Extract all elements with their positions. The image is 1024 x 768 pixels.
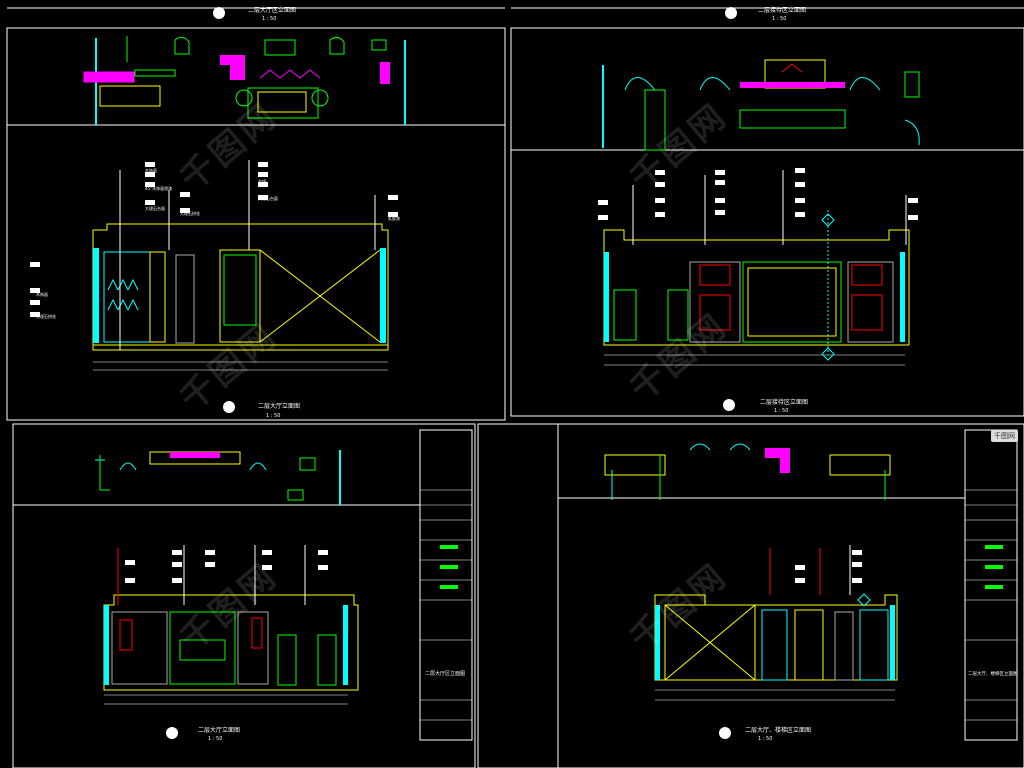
elevation-bottom-right: 二层大厅、楼梯区立面图 1 : 50 bbox=[654, 545, 898, 742]
ss3: 1 : 50 bbox=[758, 736, 772, 742]
tb2: 二层大厅区立面图 bbox=[425, 670, 465, 677]
plan-bottom-right bbox=[604, 443, 891, 500]
cl0: 木饰面 bbox=[145, 167, 157, 173]
t_pt2: 二层接待区立面图 bbox=[758, 6, 806, 14]
tb3: 二层大厅、楼梯区立面图 bbox=[968, 670, 1018, 677]
cm2: 大理石拼花 bbox=[180, 210, 200, 216]
cl3: 木饰面 bbox=[36, 291, 48, 297]
elevation-bottom-left: 二层大厅立面图 1 : 50 bbox=[103, 545, 359, 742]
st1: 二层接待区立面图 bbox=[760, 398, 808, 406]
plan-bottom-left bbox=[95, 450, 341, 505]
st2: 二层大厅立面图 bbox=[198, 726, 240, 734]
plan-top-left bbox=[83, 36, 406, 125]
ss1: 1 : 50 bbox=[774, 408, 788, 414]
cl2: 大理石台面 bbox=[145, 205, 165, 211]
cm0: 灰镜 bbox=[258, 178, 266, 184]
t_ps2: 1 : 50 bbox=[772, 16, 786, 22]
t_pt1: 二层大厅区立面图 bbox=[248, 6, 296, 14]
st0: 二层大厅立面图 bbox=[258, 402, 300, 410]
elevation-top-right: 二层接待区立面图 1 : 50 bbox=[598, 168, 918, 414]
cl4: 大理石拼花 bbox=[36, 313, 56, 319]
st3: 二层大厅、楼梯区立面图 bbox=[745, 726, 811, 734]
cr0: 乳胶漆 bbox=[388, 215, 400, 221]
title-block-bottom-left bbox=[420, 489, 472, 721]
ss0: 1 : 50 bbox=[266, 413, 280, 419]
sheet-title-top-left: 二层大厅立面图 1 : 50 bbox=[223, 401, 300, 419]
cad-drawing-canvas: 二层大厅区立面图 1 : 50 木饰面 45°木饰面喷漆 大理石台面 灰镜 大理… bbox=[6, 6, 1024, 768]
t_ps1: 1 : 50 bbox=[262, 16, 276, 22]
elevation-top-left bbox=[30, 160, 398, 371]
cl1: 45°木饰面喷漆 bbox=[145, 185, 172, 191]
watermark-badge: 千图网 bbox=[991, 430, 1018, 442]
sheet-frames bbox=[6, 7, 1024, 768]
title-block-bottom-right bbox=[965, 489, 1017, 721]
elevation-callouts-top-left: 木饰面 45°木饰面喷漆 大理石台面 灰镜 大理石台面 大理石拼花 乳胶漆 木饰… bbox=[36, 167, 400, 319]
cm1: 大理石台面 bbox=[258, 195, 278, 201]
ss2: 1 : 50 bbox=[208, 736, 222, 742]
